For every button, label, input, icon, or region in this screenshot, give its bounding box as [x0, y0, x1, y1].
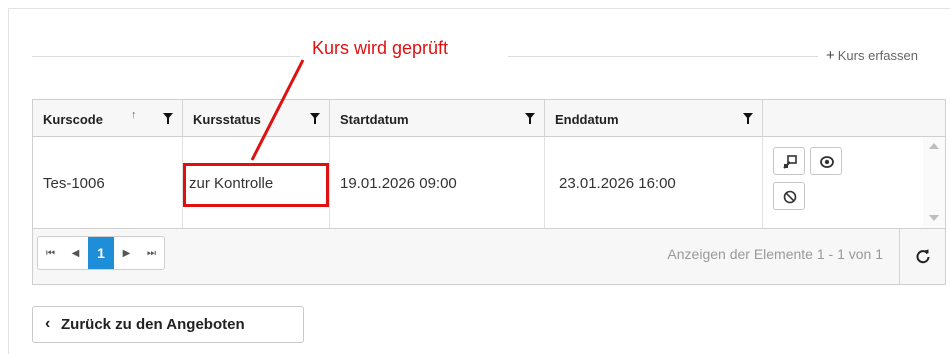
annotation-highlight [183, 163, 329, 207]
annotation-arrow [250, 59, 305, 161]
